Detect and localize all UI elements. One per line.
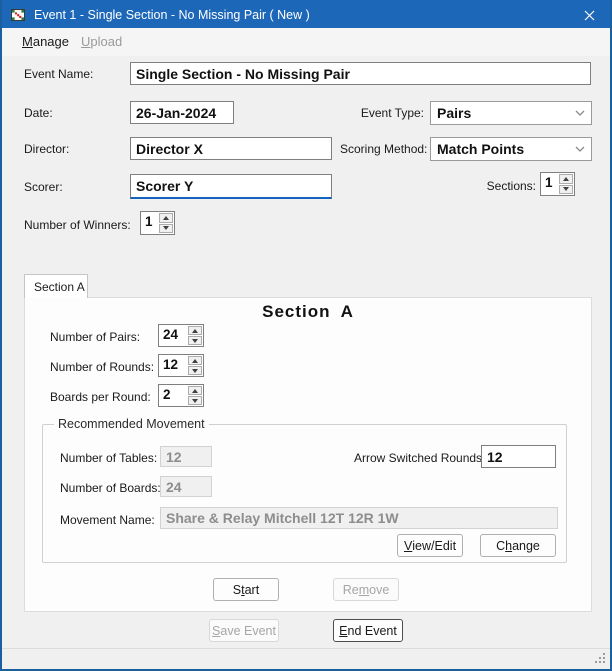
window-title: Event 1 - Single Section - No Missing Pa… [34, 8, 310, 22]
director-label: Director: [24, 142, 70, 156]
event-name-label: Event Name: [24, 67, 94, 81]
view-edit-button[interactable]: View/Edit [397, 534, 463, 557]
end-event-button[interactable]: End Event [333, 619, 403, 642]
save-event-button: Save Event [209, 619, 279, 642]
menu-upload: Upload [81, 34, 123, 49]
number-of-pairs-label: Number of Pairs: [50, 330, 141, 344]
boards-per-round-label: Boards per Round: [50, 390, 151, 404]
scoring-method-select[interactable]: Match Points [430, 137, 592, 161]
movement-name-label: Movement Name: [60, 513, 155, 527]
close-icon [584, 10, 594, 20]
spin-up-button[interactable] [188, 326, 202, 335]
bridge-board-icon [10, 7, 26, 23]
number-of-boards-label: Number of Boards: [60, 481, 161, 495]
chevron-down-icon [575, 110, 585, 116]
event-name-field[interactable] [130, 62, 591, 85]
event-type-select[interactable]: Pairs [430, 101, 592, 125]
close-button[interactable] [566, 0, 610, 30]
number-of-winners-label: Number of Winners: [24, 218, 131, 232]
number-of-rounds-stepper[interactable]: 12 [158, 354, 204, 377]
titlebar[interactable]: Event 1 - Single Section - No Missing Pa… [2, 0, 610, 30]
menu-manage[interactable]: Manage [22, 34, 69, 49]
spin-down-button[interactable] [188, 396, 202, 405]
sections-stepper[interactable]: 1 [540, 172, 575, 196]
number-of-boards-field [160, 476, 212, 497]
event-type-label: Event Type: [360, 106, 424, 120]
change-button[interactable]: Ch ange [480, 534, 556, 557]
boards-per-round-stepper[interactable]: 2 [158, 384, 204, 407]
spin-down-button[interactable] [188, 336, 202, 345]
start-button[interactable]: St art [213, 578, 279, 601]
section-heading: Section A [262, 302, 354, 321]
number-of-tables-label: Number of Tables: [60, 451, 158, 465]
date-label: Date: [24, 106, 53, 120]
director-field[interactable] [130, 137, 332, 160]
spin-up-button[interactable] [188, 386, 202, 395]
spin-up-button[interactable] [559, 174, 573, 184]
spin-down-button[interactable] [188, 366, 202, 375]
arrow-switched-rounds-field[interactable] [481, 445, 556, 468]
recommended-movement-label: Recommended Movement [54, 417, 209, 431]
number-of-winners-stepper[interactable]: 1 [140, 211, 175, 235]
chevron-down-icon [575, 146, 585, 152]
spin-up-button[interactable] [188, 356, 202, 365]
date-field[interactable] [130, 101, 234, 124]
scorer-field[interactable] [130, 174, 332, 199]
number-of-rounds-label: Number of Rounds: [50, 360, 155, 374]
spin-down-button[interactable] [559, 184, 573, 194]
movement-name-field [160, 507, 558, 529]
event-setup-window: Event 1 - Single Section - No Missing Pa… [0, 0, 612, 671]
number-of-tables-field [160, 446, 212, 467]
remove-button: Re m ove [333, 578, 399, 601]
arrow-switched-rounds-label: Arrow Switched Rounds: [354, 451, 486, 465]
resize-grip-icon[interactable] [595, 653, 607, 665]
menu-bar: Manage Upload [2, 28, 610, 56]
sections-label: Sections: [486, 179, 536, 193]
scoring-method-label: Scoring Method: [340, 142, 428, 156]
spin-up-button[interactable] [159, 213, 173, 223]
tab-section-a[interactable]: Section A [24, 274, 88, 298]
scorer-label: Scorer: [24, 180, 63, 194]
number-of-pairs-stepper[interactable]: 24 [158, 324, 204, 347]
spin-down-button[interactable] [159, 223, 173, 233]
status-bar [2, 649, 610, 667]
